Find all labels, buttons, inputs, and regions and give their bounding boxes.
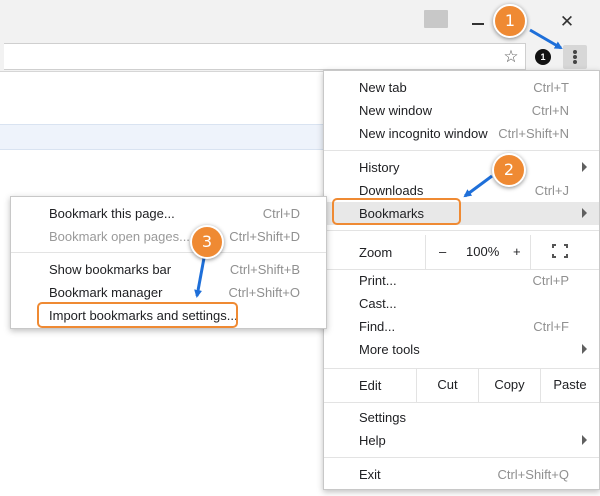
bookmark-star-icon[interactable]: ☆ [500, 46, 522, 68]
menu-item-label: New window [359, 103, 432, 118]
menu-item-history[interactable]: History [324, 156, 599, 179]
zoom-in-button[interactable]: + [513, 244, 521, 259]
menu-item-shortcut: Ctrl+F [533, 319, 569, 334]
menu-item-help[interactable]: Help [324, 429, 599, 452]
submenu-item-show-bookmarks-bar[interactable]: Show bookmarks bar Ctrl+Shift+B [11, 258, 326, 281]
menu-item-label: Cast... [359, 296, 397, 311]
menu-item-label: History [359, 160, 400, 175]
paste-button[interactable]: Paste [540, 368, 599, 402]
import-highlight-outline [37, 302, 238, 328]
submenu-item-shortcut: Ctrl+Shift+O [228, 285, 300, 300]
menu-item-cast[interactable]: Cast... [324, 292, 599, 315]
submenu-item-bookmark-manager[interactable]: Bookmark manager Ctrl+Shift+O [11, 281, 326, 304]
bookmarks-highlight-outline [332, 198, 461, 225]
menu-item-shortcut: Ctrl+Shift+Q [497, 467, 569, 482]
menu-item-label: Find... [359, 319, 396, 334]
menu-item-shortcut: Ctrl+J [534, 183, 569, 198]
user-profile-icon[interactable] [424, 10, 448, 28]
menu-divider [324, 457, 599, 458]
menu-item-label: New incognito window [359, 126, 488, 141]
page-content-strip [0, 124, 330, 150]
kebab-dot-icon [573, 60, 577, 64]
menu-item-label: Print... [359, 273, 397, 288]
zoom-controls: – 100% + [425, 235, 531, 269]
submenu-item-label: Bookmark open pages... [49, 229, 190, 244]
edit-row: Edit Cut Copy Paste [324, 368, 599, 402]
zoom-label: Zoom [359, 245, 393, 260]
address-bar[interactable] [4, 43, 526, 70]
kebab-dot-icon [573, 50, 577, 54]
step-3-badge: 3 [190, 225, 224, 259]
menu-divider [324, 230, 599, 231]
menu-item-settings[interactable]: Settings [324, 406, 599, 429]
menu-item-label: New tab [359, 80, 407, 95]
menu-item-label: Exit [359, 467, 381, 482]
extension-icon[interactable]: 1 [535, 49, 551, 65]
menu-item-new-window[interactable]: New window Ctrl+N [324, 99, 599, 122]
menu-divider [324, 150, 599, 151]
menu-item-more-tools[interactable]: More tools [324, 338, 599, 361]
chevron-right-icon [582, 162, 587, 172]
menu-item-label: Settings [359, 410, 406, 425]
menu-item-new-incognito[interactable]: New incognito window Ctrl+Shift+N [324, 122, 599, 145]
menu-item-exit[interactable]: Exit Ctrl+Shift+Q [324, 463, 599, 486]
submenu-item-shortcut: Ctrl+Shift+B [229, 262, 300, 277]
menu-item-label: More tools [359, 342, 420, 357]
zoom-level: 100% [466, 244, 500, 259]
copy-button[interactable]: Copy [478, 368, 540, 402]
cut-button[interactable]: Cut [416, 368, 478, 402]
submenu-item-bookmark-page[interactable]: Bookmark this page... Ctrl+D [11, 202, 326, 225]
zoom-row: Zoom – 100% + [324, 235, 599, 269]
chevron-right-icon [582, 344, 587, 354]
close-icon[interactable]: ✕ [555, 10, 579, 34]
chrome-menu-button[interactable] [563, 45, 587, 69]
fullscreen-icon[interactable] [552, 244, 568, 258]
submenu-item-bookmark-open-pages: Bookmark open pages... Ctrl+Shift+D [11, 225, 326, 248]
minimize-icon[interactable] [472, 23, 484, 25]
menu-item-shortcut: Ctrl+P [532, 273, 569, 288]
step-2-badge: 2 [492, 153, 526, 187]
chevron-right-icon [582, 208, 587, 218]
menu-divider [324, 402, 599, 403]
menu-item-print[interactable]: Print... Ctrl+P [324, 269, 599, 292]
menu-item-shortcut: Ctrl+T [533, 80, 569, 95]
submenu-item-label: Bookmark this page... [49, 206, 175, 221]
submenu-item-shortcut: Ctrl+D [262, 206, 300, 221]
chrome-main-menu: New tab Ctrl+T New window Ctrl+N New inc… [323, 70, 600, 490]
zoom-out-button[interactable]: – [439, 244, 446, 259]
step-1-badge: 1 [493, 4, 527, 38]
menu-item-find[interactable]: Find... Ctrl+F [324, 315, 599, 338]
edit-label: Edit [359, 378, 382, 393]
submenu-item-label: Show bookmarks bar [49, 262, 172, 277]
menu-item-label: Downloads [359, 183, 424, 198]
submenu-divider [11, 252, 326, 253]
kebab-dot-icon [573, 55, 577, 59]
menu-item-shortcut: Ctrl+Shift+N [498, 126, 569, 141]
menu-item-new-tab[interactable]: New tab Ctrl+T [324, 76, 599, 99]
submenu-item-label: Bookmark manager [49, 285, 163, 300]
submenu-item-shortcut: Ctrl+Shift+D [229, 229, 300, 244]
menu-item-shortcut: Ctrl+N [531, 103, 569, 118]
menu-item-label: Help [359, 433, 386, 448]
chevron-right-icon [582, 435, 587, 445]
